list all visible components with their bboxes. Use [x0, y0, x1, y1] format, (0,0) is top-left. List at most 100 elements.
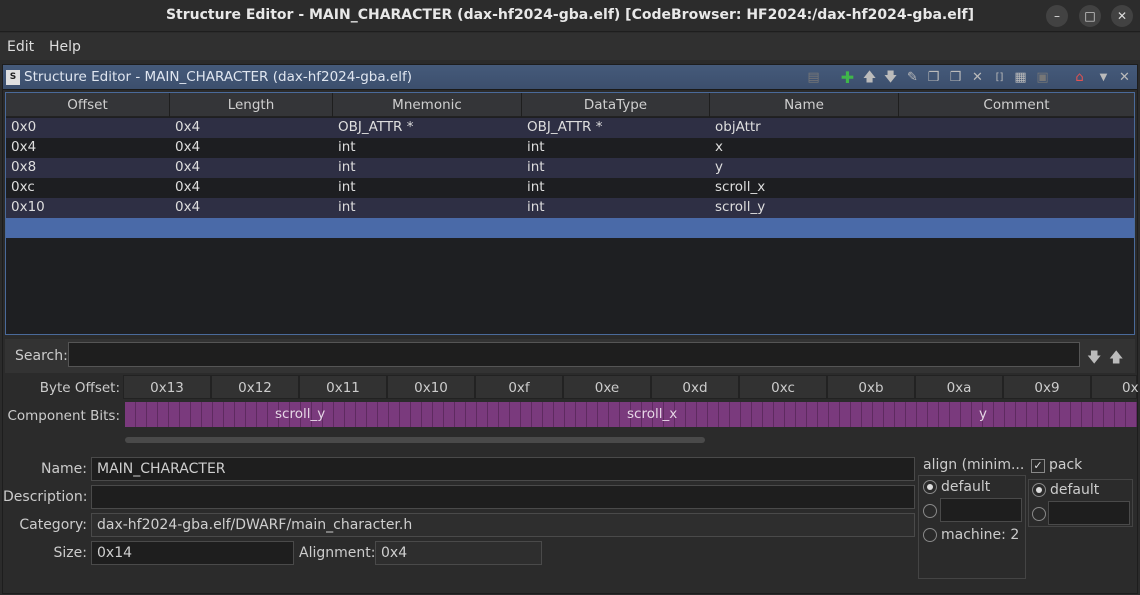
cell-offset: 0x4	[11, 139, 37, 155]
description-field[interactable]	[91, 485, 915, 509]
align-default-radio[interactable]	[923, 480, 937, 494]
table-row[interactable]: 0x4 0x4 int int x	[6, 138, 1134, 158]
byte-offset-cell: 0xb	[827, 375, 915, 399]
pack-checkbox[interactable]: ✓	[1031, 459, 1045, 473]
maximize-icon[interactable]: □	[1079, 5, 1101, 27]
search-label: Search:	[15, 348, 68, 364]
cell-mnemonic: OBJ_ATTR *	[338, 119, 414, 135]
window-title: Structure Editor - MAIN_CHARACTER (dax-h…	[165, 7, 975, 23]
align-default-label: default	[941, 479, 991, 495]
category-label: Category:	[19, 517, 87, 533]
horizontal-scrollbar[interactable]	[125, 437, 705, 443]
byte-offset-cell: 0xe	[563, 375, 651, 399]
cell-offset: 0x10	[11, 199, 45, 215]
byte-offset-cell: 0x10	[387, 375, 475, 399]
cell-datatype: int	[527, 139, 545, 155]
delete-icon[interactable]: ✕	[969, 69, 986, 86]
menu-dropdown-icon[interactable]: ▼	[1095, 69, 1112, 86]
component-bits-label: scroll_x	[627, 406, 678, 422]
name-label: Name:	[40, 461, 87, 477]
col-mnemonic[interactable]: Mnemonic	[333, 93, 522, 117]
search-input[interactable]	[68, 342, 1080, 367]
structure-editor-panel: S Structure Editor - MAIN_CHARACTER (dax…	[2, 64, 1139, 594]
move-down-icon[interactable]: 🡇	[882, 69, 899, 86]
align-custom-radio[interactable]	[923, 504, 937, 518]
duplicate-multiple-icon[interactable]: ❒	[947, 69, 964, 86]
table-row[interactable]: 0x0 0x4 OBJ_ATTR * OBJ_ATTR * objAttr	[6, 118, 1134, 138]
component-bits-label: scroll_y	[275, 406, 326, 422]
table-row[interactable]: 0x10 0x4 int int scroll_y	[6, 198, 1134, 218]
pack-default-label: default	[1050, 482, 1100, 498]
align-group-title: align (minim...	[923, 457, 1025, 473]
array-icon[interactable]: []	[991, 69, 1008, 86]
panel-titlebar: S Structure Editor - MAIN_CHARACTER (dax…	[3, 65, 1137, 90]
table-row[interactable]: 0x8 0x4 int int y	[6, 158, 1134, 178]
structure-table[interactable]: Offset Length Mnemonic DataType Name Com…	[5, 92, 1135, 335]
cell-mnemonic: int	[338, 159, 356, 175]
cell-offset: 0xc	[11, 179, 35, 195]
pack-default-radio[interactable]	[1032, 483, 1046, 497]
byte-offset-cell: 0x13	[123, 375, 211, 399]
window-titlebar: Structure Editor - MAIN_CHARACTER (dax-h…	[0, 0, 1140, 32]
col-datatype[interactable]: DataType	[522, 93, 710, 117]
cell-name: x	[715, 139, 723, 155]
cell-name: objAttr	[715, 119, 761, 135]
menubar: Edit Help	[0, 33, 1140, 60]
component-bits: scroll_y scroll_x y	[125, 402, 1137, 427]
byte-offset-cell: 0xc	[739, 375, 827, 399]
cell-length: 0x4	[175, 159, 201, 175]
cell-length: 0x4	[175, 119, 201, 135]
category-field: dax-hf2024-gba.elf/DWARF/main_character.…	[91, 513, 915, 537]
description-label: Description:	[3, 489, 88, 505]
edit-icon[interactable]: ✎	[904, 69, 921, 86]
move-up-icon[interactable]: 🡅	[861, 69, 878, 86]
cell-mnemonic: int	[338, 179, 356, 195]
cell-datatype: int	[527, 159, 545, 175]
cell-length: 0x4	[175, 199, 201, 215]
col-length[interactable]: Length	[170, 93, 333, 117]
duplicate-icon[interactable]: ❐	[925, 69, 942, 86]
apply-icon[interactable]: ▤	[805, 69, 822, 86]
panel-title: Structure Editor - MAIN_CHARACTER (dax-h…	[24, 69, 413, 85]
byte-offset-cell: 0xf	[475, 375, 563, 399]
search-previous-icon[interactable]: 🡅	[1109, 347, 1123, 371]
add-icon[interactable]: ✚	[839, 69, 856, 86]
component-bits-label: y	[979, 406, 987, 422]
byte-offset-cell: 0x9	[1003, 375, 1091, 399]
unpack-icon[interactable]: ▦	[1012, 69, 1029, 86]
close-icon[interactable]: ✕	[1111, 5, 1133, 27]
align-machine-radio[interactable]	[923, 528, 937, 542]
cell-name: scroll_x	[715, 179, 766, 195]
byte-offset-cell: 0x11	[299, 375, 387, 399]
name-field[interactable]: MAIN_CHARACTER	[91, 457, 915, 481]
table-header: Offset Length Mnemonic DataType Name Com…	[6, 93, 1134, 117]
cell-name: y	[715, 159, 723, 175]
col-name[interactable]: Name	[710, 93, 899, 117]
size-field[interactable]: 0x14	[91, 541, 294, 565]
col-comment[interactable]: Comment	[899, 93, 1134, 117]
cell-length: 0x4	[175, 179, 201, 195]
minimize-icon[interactable]: –	[1046, 5, 1068, 27]
component-bits-label: Component Bits:	[7, 408, 120, 424]
byte-offset-cell: 0x	[1091, 375, 1139, 399]
structure-icon: S	[6, 70, 20, 85]
panel-close-icon[interactable]: ✕	[1116, 69, 1133, 86]
menu-help[interactable]: Help	[49, 39, 81, 55]
alignment-label: Alignment:	[299, 545, 376, 561]
cell-mnemonic: int	[338, 199, 356, 215]
byte-offset-label: Byte Offset:	[39, 380, 120, 396]
byte-offset-cell: 0xa	[915, 375, 1003, 399]
align-custom-field[interactable]	[940, 498, 1022, 522]
menu-edit[interactable]: Edit	[7, 39, 34, 55]
pack-custom-field[interactable]	[1048, 501, 1130, 525]
pack-label: pack	[1049, 457, 1083, 473]
table-row-selected-empty[interactable]	[6, 218, 1134, 238]
search-next-icon[interactable]: 🡇	[1087, 347, 1101, 371]
col-offset[interactable]: Offset	[6, 93, 170, 117]
home-icon[interactable]: ⌂	[1071, 69, 1088, 86]
cell-mnemonic: int	[338, 139, 356, 155]
pack-custom-radio[interactable]	[1032, 507, 1046, 521]
show-numbers-icon[interactable]: ▣	[1034, 69, 1051, 86]
table-row[interactable]: 0xc 0x4 int int scroll_x	[6, 178, 1134, 198]
align-machine-label: machine: 2	[941, 527, 1020, 543]
